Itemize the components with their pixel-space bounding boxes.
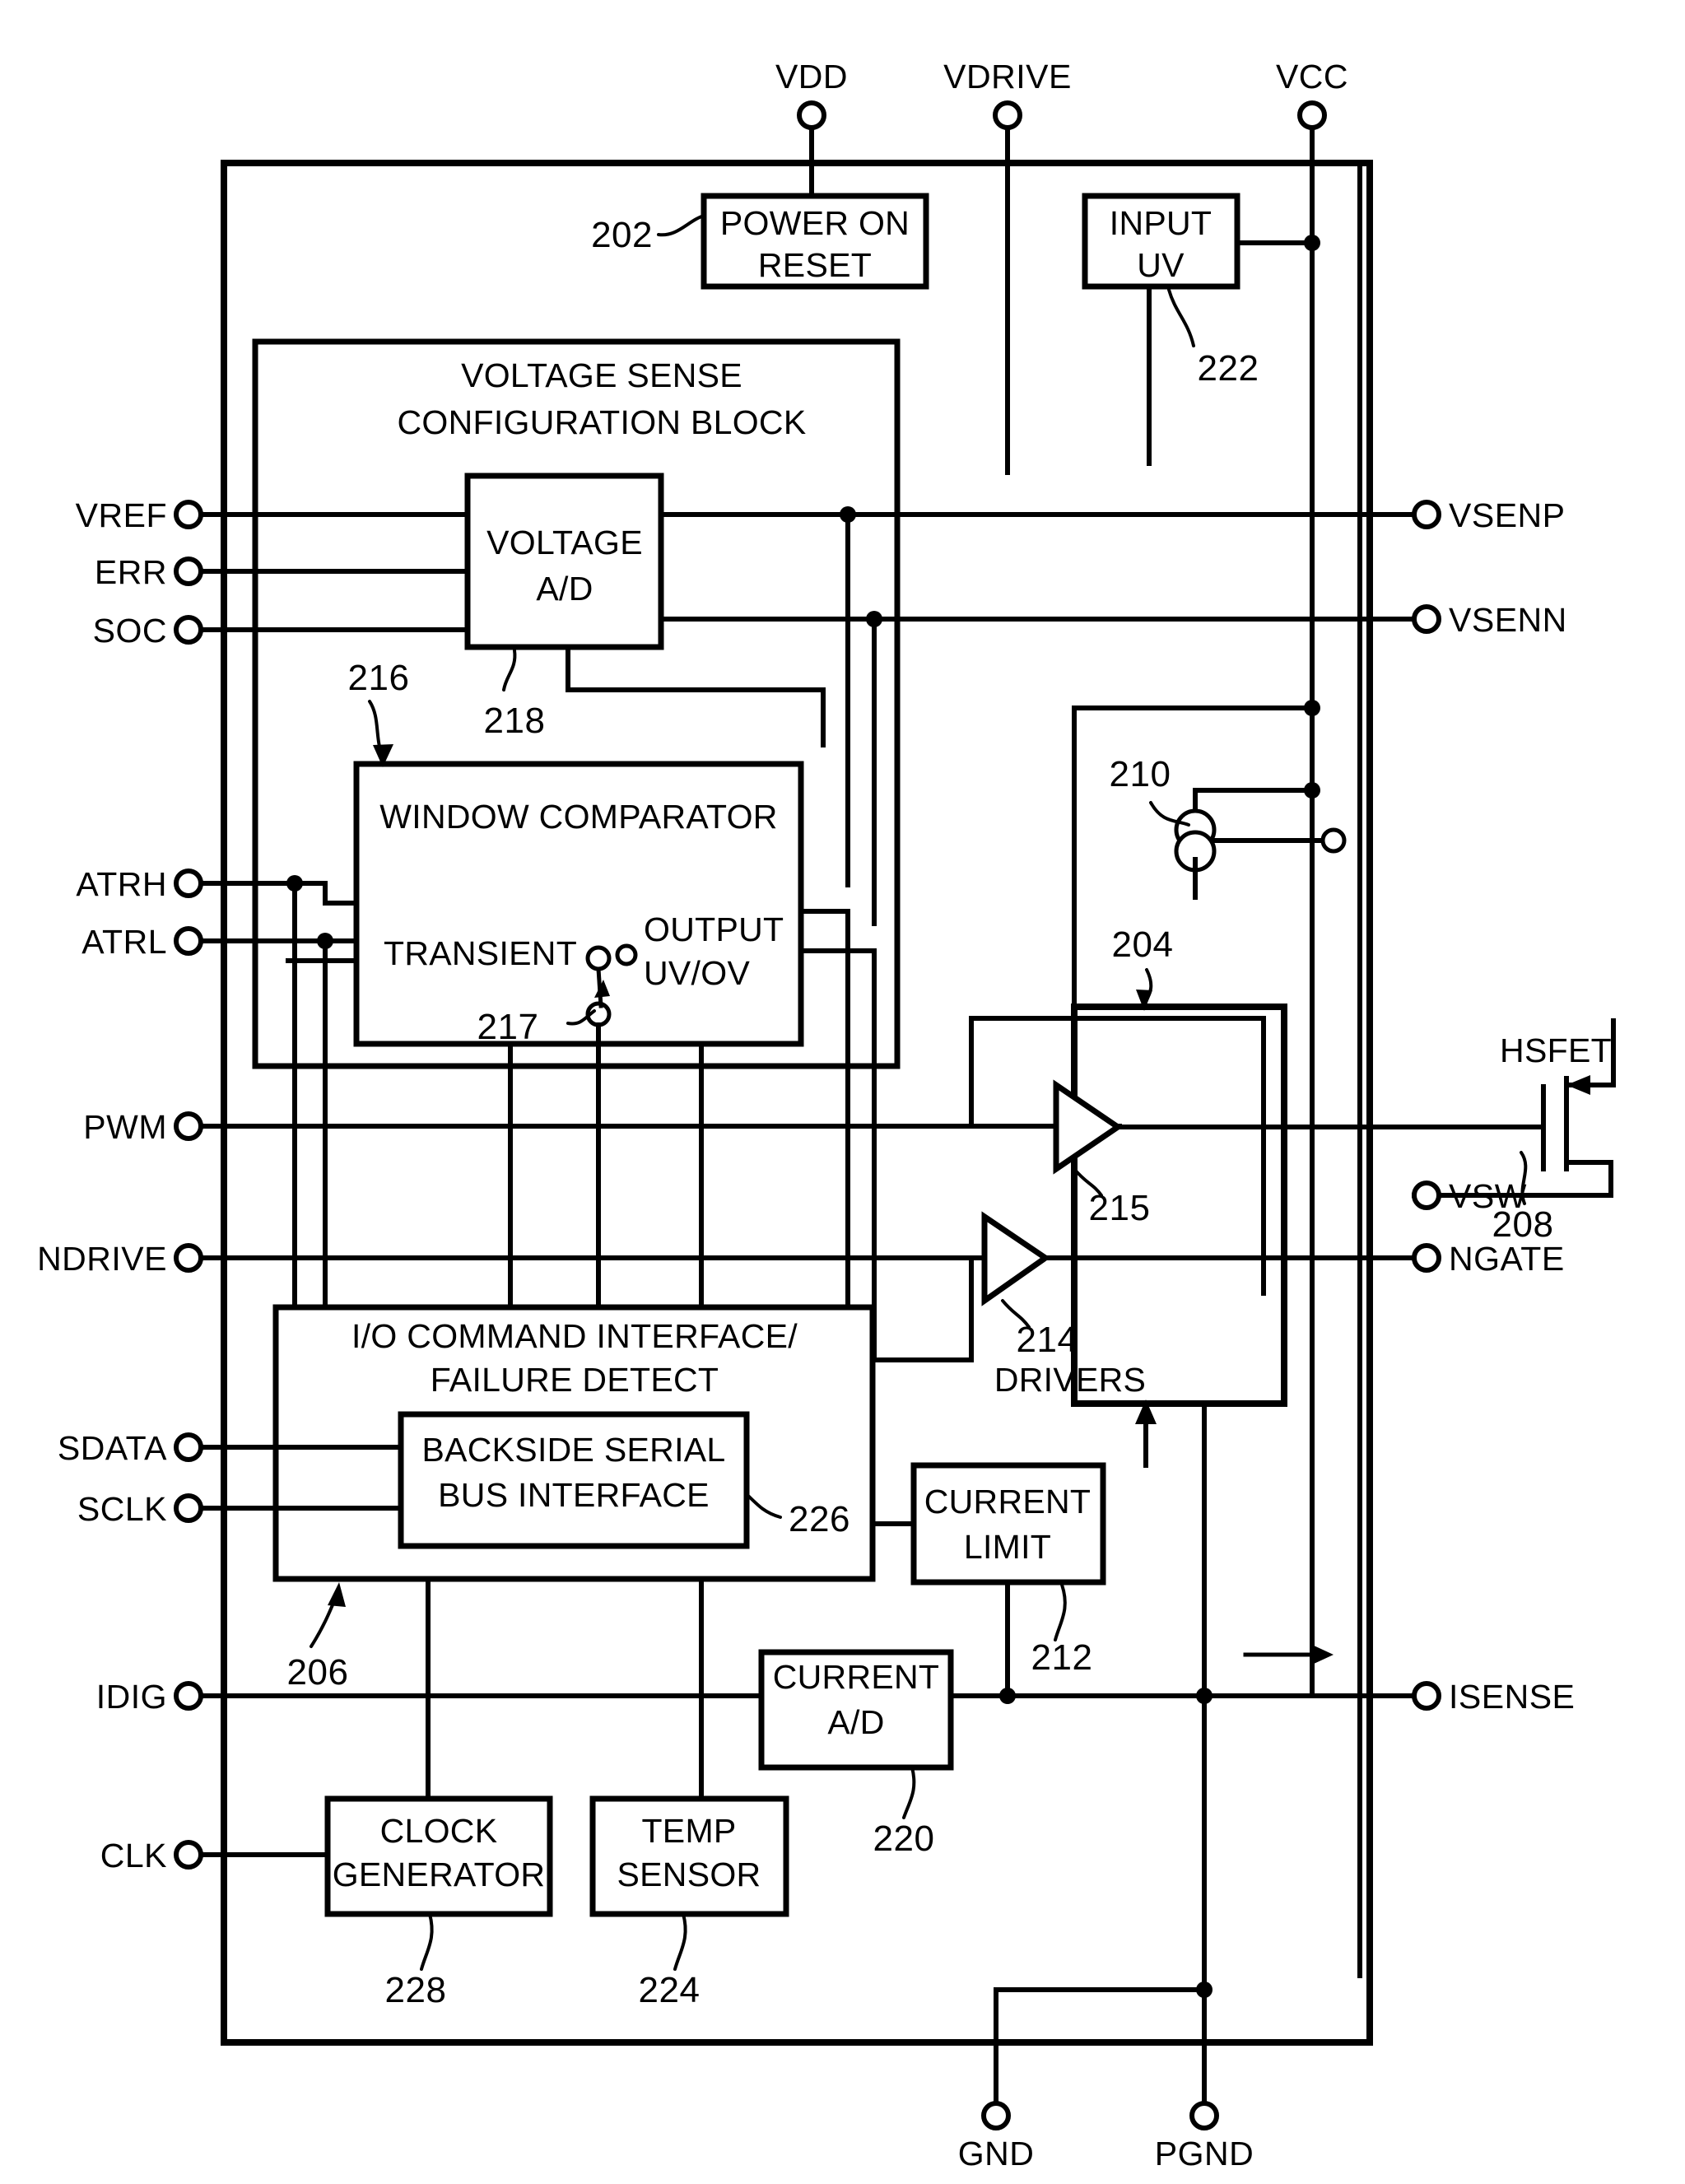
left-pin-idig [174,1681,764,1711]
right-pin-isense [1412,1681,1441,1711]
temp-sensor-label-line2: SENSOR [617,1856,761,1893]
ref-220: 220 [873,1818,935,1859]
hsfet-label: HSFET [1500,1031,1612,1069]
current-ad-label-line1: CURRENT [773,1658,940,1696]
temp-sensor-label-line1: TEMP [641,1812,736,1850]
io-command-label-line1: I/O COMMAND INTERFACE/ [351,1317,798,1355]
junction-vsenp-tap [840,506,856,523]
left-pin-label-clk: CLK [100,1837,167,1874]
ref-215: 215 [1089,1188,1151,1228]
leader-222 [1167,288,1195,347]
ref-208: 208 [1492,1204,1554,1245]
left-pin-label-err: ERR [95,553,167,591]
left-pin-label-soc: SOC [93,612,167,650]
leader-212 [1054,1583,1067,1641]
patent-figure: VDD VDRIVE VCC VREF ERR SOC ATRH ATRL PW… [0,0,1685,2184]
top-pin-vdrive [993,100,1022,475]
switch-pole-top [585,945,612,971]
io-command-label-line2: FAILURE DETECT [431,1361,719,1399]
right-pin-vsw [1412,1180,1441,1210]
top-pin-label-vdrive: VDRIVE [943,58,1072,95]
input-uv-label-line2: UV [1137,246,1185,284]
window-comparator-transient-label: TRANSIENT [384,934,577,972]
right-pin-ngate [1412,1243,1441,1273]
bottom-pin-pgnd [1189,2101,1219,2130]
ref-224: 224 [639,1970,701,2010]
right-pin-label-vsenp: VSENP [1449,496,1566,534]
ref-228: 228 [385,1970,447,2010]
left-pin-label-ndrive: NDRIVE [37,1240,167,1278]
ref-216: 216 [348,658,410,698]
clock-generator-label-line1: CLOCK [380,1812,498,1850]
drivers-label: DRIVERS [994,1361,1146,1399]
window-comparator-output-label-line2: UV/OV [644,954,750,992]
leader-202 [657,214,705,237]
input-uv-label-line1: INPUT [1110,204,1213,242]
top-pin-label-vdd: VDD [775,58,848,95]
leader-224 [673,1912,687,1971]
hs-driver-triangle [1053,1079,1124,1175]
ref-206: 206 [287,1652,349,1693]
ref-204: 204 [1112,924,1174,965]
right-pin-label-ngate: NGATE [1449,1240,1565,1278]
power-on-reset-label-line2: RESET [758,246,872,284]
voltage-sense-config-label-line1: VOLTAGE SENSE [461,356,742,394]
ref-217: 217 [477,1007,539,1047]
power-on-reset-label-line1: POWER ON [720,204,910,242]
bottom-pin-gnd [981,2101,1011,2130]
current-source-210 [1174,782,1347,900]
ref-214: 214 [1017,1320,1078,1360]
ref-202: 202 [591,215,653,255]
left-pin-label-idig: IDIG [96,1678,167,1716]
leader-220 [902,1766,916,1819]
junction-cs-vcc-top [1304,700,1320,716]
backside-serial-label-line1: BACKSIDE SERIAL [421,1431,725,1469]
ref-222: 222 [1198,348,1259,389]
right-pin-label-isense: ISENSE [1449,1678,1575,1716]
isense-current-arrow [1243,1645,1334,1665]
top-pin-vcc [1297,100,1327,1698]
voltage-ad-block [464,473,664,650]
right-pin-vsenp [1412,500,1441,529]
voltage-ad-label-line2: A/D [536,570,593,608]
junction-inputuv-vcc [1304,235,1320,251]
clock-generator-label-line2: GENERATOR [333,1856,546,1893]
backside-serial-label-line2: BUS INTERFACE [438,1476,710,1514]
leader-228 [420,1912,434,1971]
window-comparator-output-label-line1: OUTPUT [644,910,784,948]
left-pin-clk [174,1840,330,1870]
arrowhead-206 [328,1582,346,1607]
ref-218: 218 [484,701,546,741]
schematic-canvas: VDD VDRIVE VCC VREF ERR SOC ATRH ATRL PW… [37,58,1616,2172]
ref-226: 226 [789,1499,850,1539]
left-pin-label-sdata: SDATA [58,1429,167,1467]
ref-210: 210 [1110,754,1171,794]
left-pin-label-sclk: SCLK [77,1490,167,1528]
voltage-sense-config-label-line2: CONFIGURATION BLOCK [398,403,807,441]
current-limit-label-line2: LIMIT [964,1528,1051,1566]
bottom-pin-label-gnd: GND [958,2135,1035,2172]
ref-212: 212 [1031,1637,1093,1678]
top-pin-label-vcc: VCC [1276,58,1348,95]
right-pin-vsenn [1412,604,1441,634]
left-pin-label-vref: VREF [76,496,167,534]
window-comparator-title: WINDOW COMPARATOR [379,798,777,836]
junction-vsenn-tap [866,611,882,627]
right-pin-label-vsenn: VSENN [1449,601,1567,639]
current-ad-label-line2: A/D [827,1703,884,1741]
left-pin-label-atrh: ATRH [76,865,167,903]
ls-driver-triangle [981,1211,1051,1306]
switch-contact-output [615,943,638,966]
bottom-pin-label-pgnd: PGND [1155,2135,1254,2172]
left-pin-label-atrl: ATRL [81,923,167,961]
left-pin-pwm [174,1111,1122,1141]
current-limit-label-line1: CURRENT [924,1483,1092,1520]
left-pin-label-pwm: PWM [83,1108,167,1146]
voltage-ad-label-line1: VOLTAGE [486,524,643,561]
left-pin-ndrive [174,1243,1097,1273]
